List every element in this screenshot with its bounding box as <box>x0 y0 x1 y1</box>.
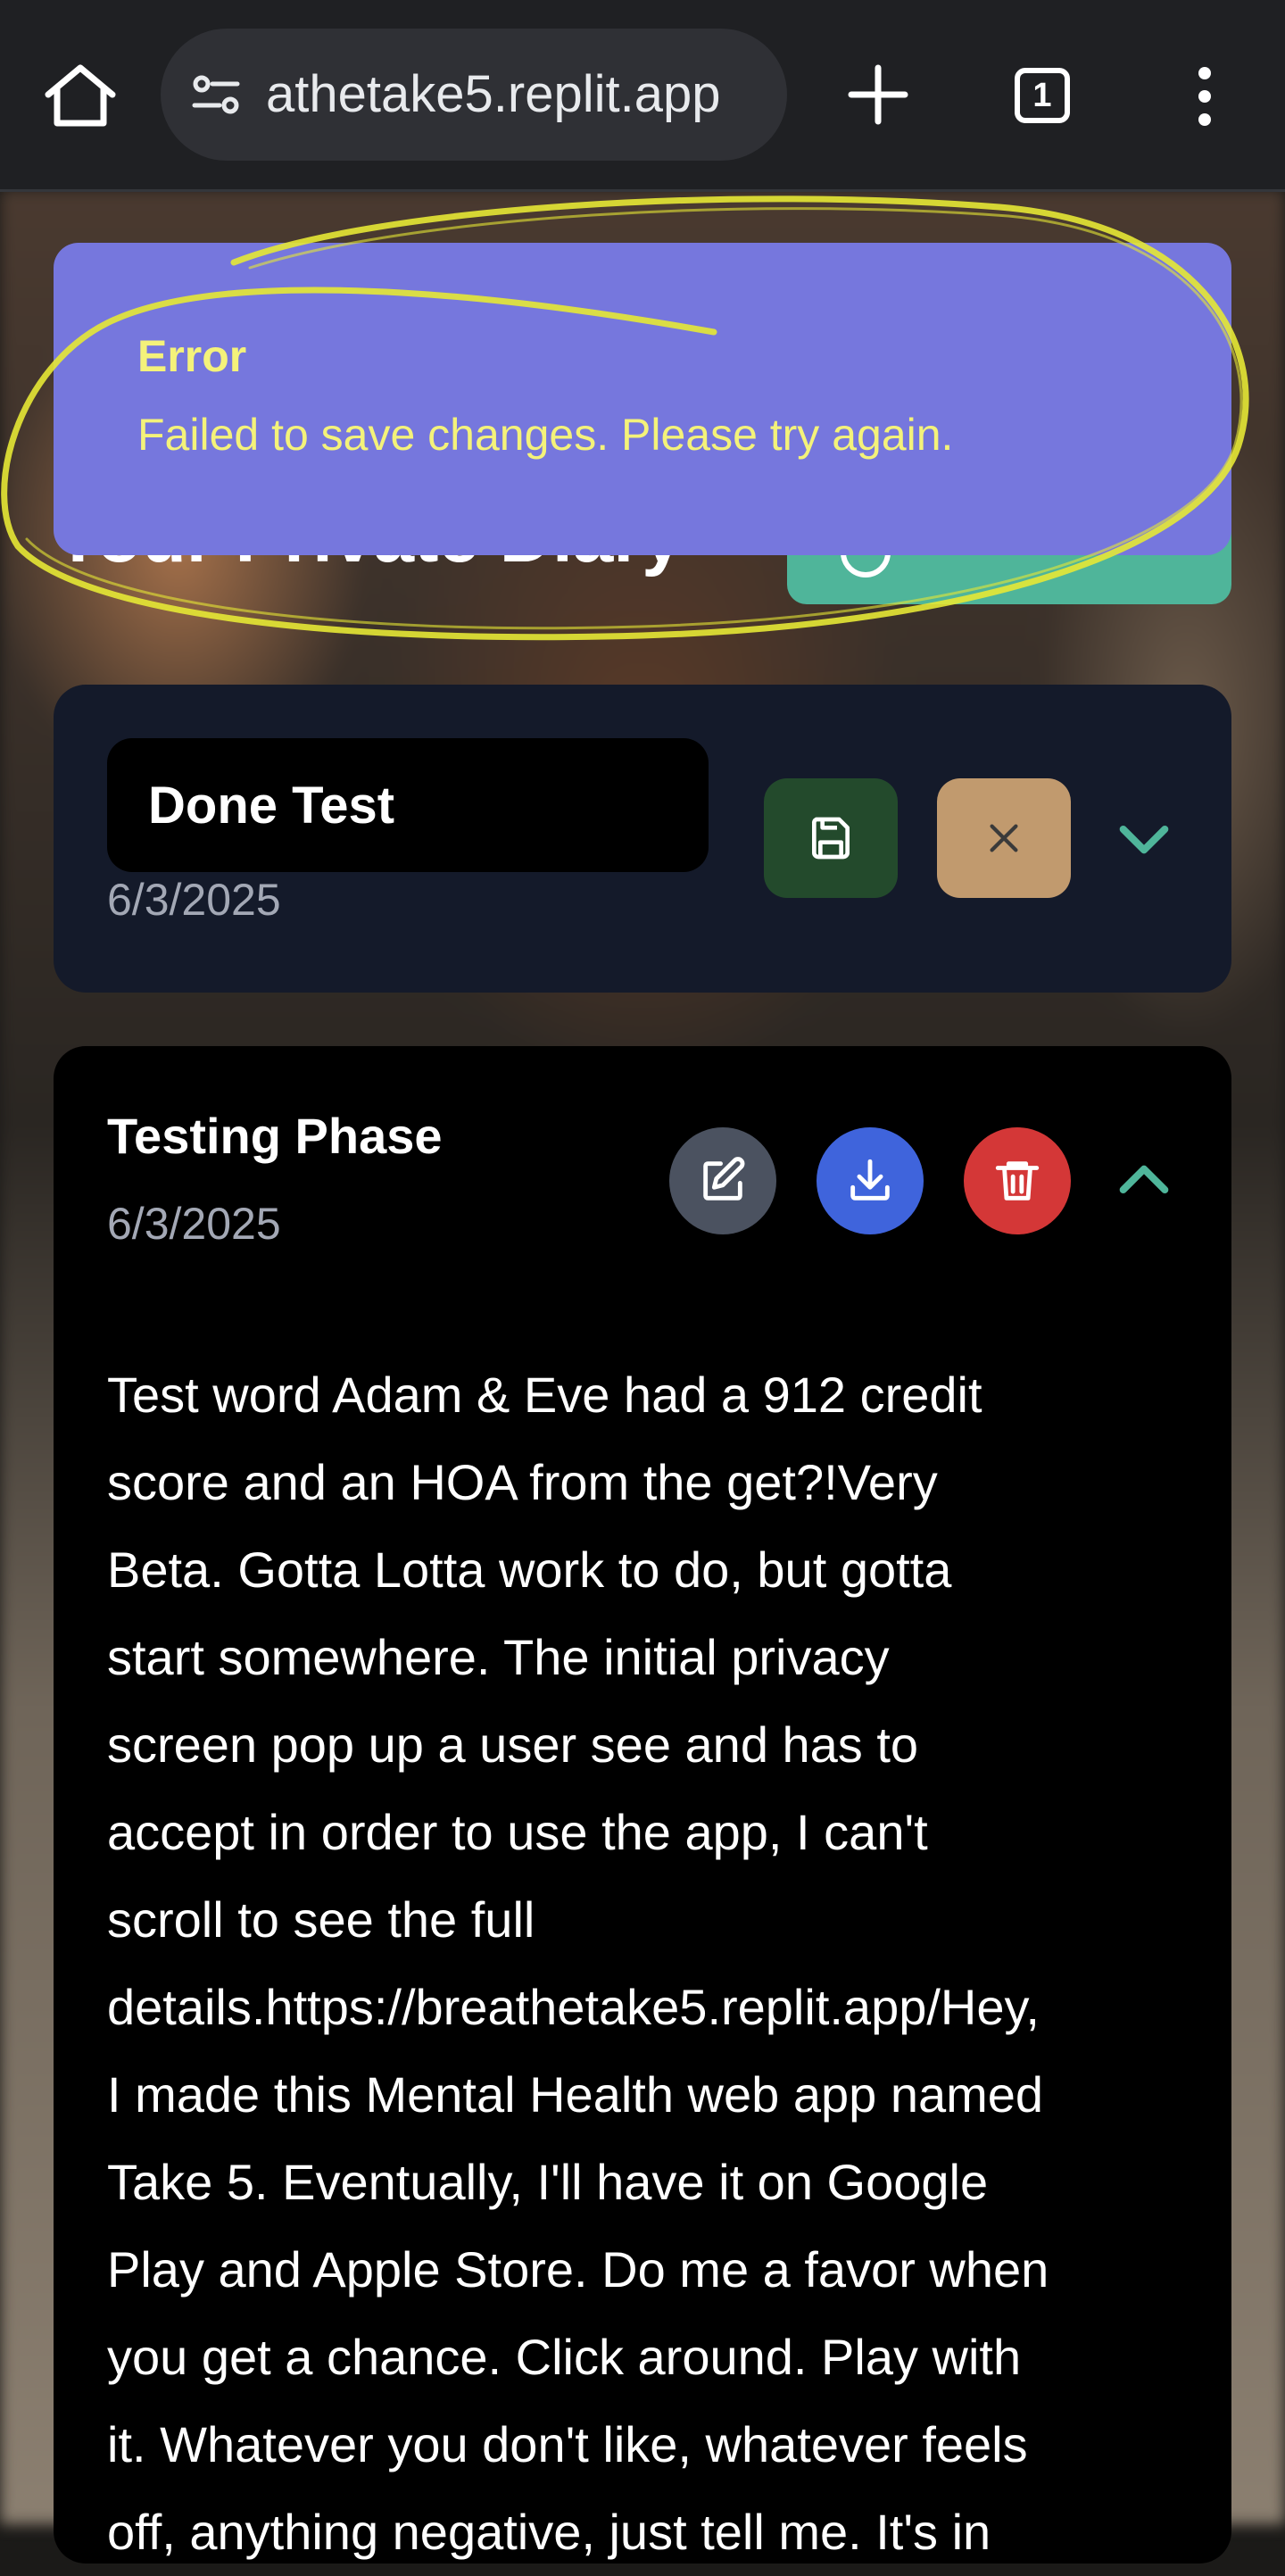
edit-button[interactable] <box>669 1127 776 1234</box>
save-icon <box>811 817 850 860</box>
trash-icon <box>995 1161 1040 1201</box>
entry-title-input[interactable] <box>107 738 709 872</box>
tab-switcher-button[interactable]: 1 <box>1015 68 1070 123</box>
home-icon[interactable] <box>41 62 120 129</box>
toast-message: Failed to save changes. Please try again… <box>137 410 954 460</box>
diary-entry-card-editing: 6/3/2025 <box>54 685 1231 993</box>
plus-icon[interactable] <box>846 62 910 127</box>
download-button[interactable] <box>817 1127 924 1234</box>
address-bar[interactable]: athetake5.replit.app <box>161 29 787 161</box>
entry-body-text: Test word Adam & Eve had a 912 credit sc… <box>107 1367 1049 2560</box>
error-toast[interactable]: Error Failed to save changes. Please try… <box>54 243 1231 555</box>
edit-icon <box>703 1157 745 1201</box>
browser-toolbar: athetake5.replit.app 1 <box>0 0 1285 192</box>
chevron-up-icon[interactable] <box>1108 1145 1180 1217</box>
download-icon <box>850 1159 890 1201</box>
entry-date: 6/3/2025 <box>107 1199 281 1249</box>
cancel-button[interactable] <box>937 778 1071 898</box>
chevron-down-icon[interactable] <box>1108 802 1180 874</box>
entry-date: 6/3/2025 <box>107 875 281 925</box>
save-button[interactable] <box>764 778 898 898</box>
tab-count: 1 <box>1032 77 1052 114</box>
more-vertical-icon[interactable] <box>1178 64 1231 129</box>
diary-entry-card-expanded: Testing Phase 6/3/2025 Test word Adam & … <box>54 1046 1231 2564</box>
entry-title: Testing Phase <box>107 1108 443 1164</box>
url-text: athetake5.replit.app <box>266 65 721 123</box>
close-icon <box>990 824 1018 852</box>
toast-title: Error <box>137 331 247 381</box>
site-settings-icon[interactable] <box>187 66 245 123</box>
delete-button[interactable] <box>964 1127 1071 1234</box>
